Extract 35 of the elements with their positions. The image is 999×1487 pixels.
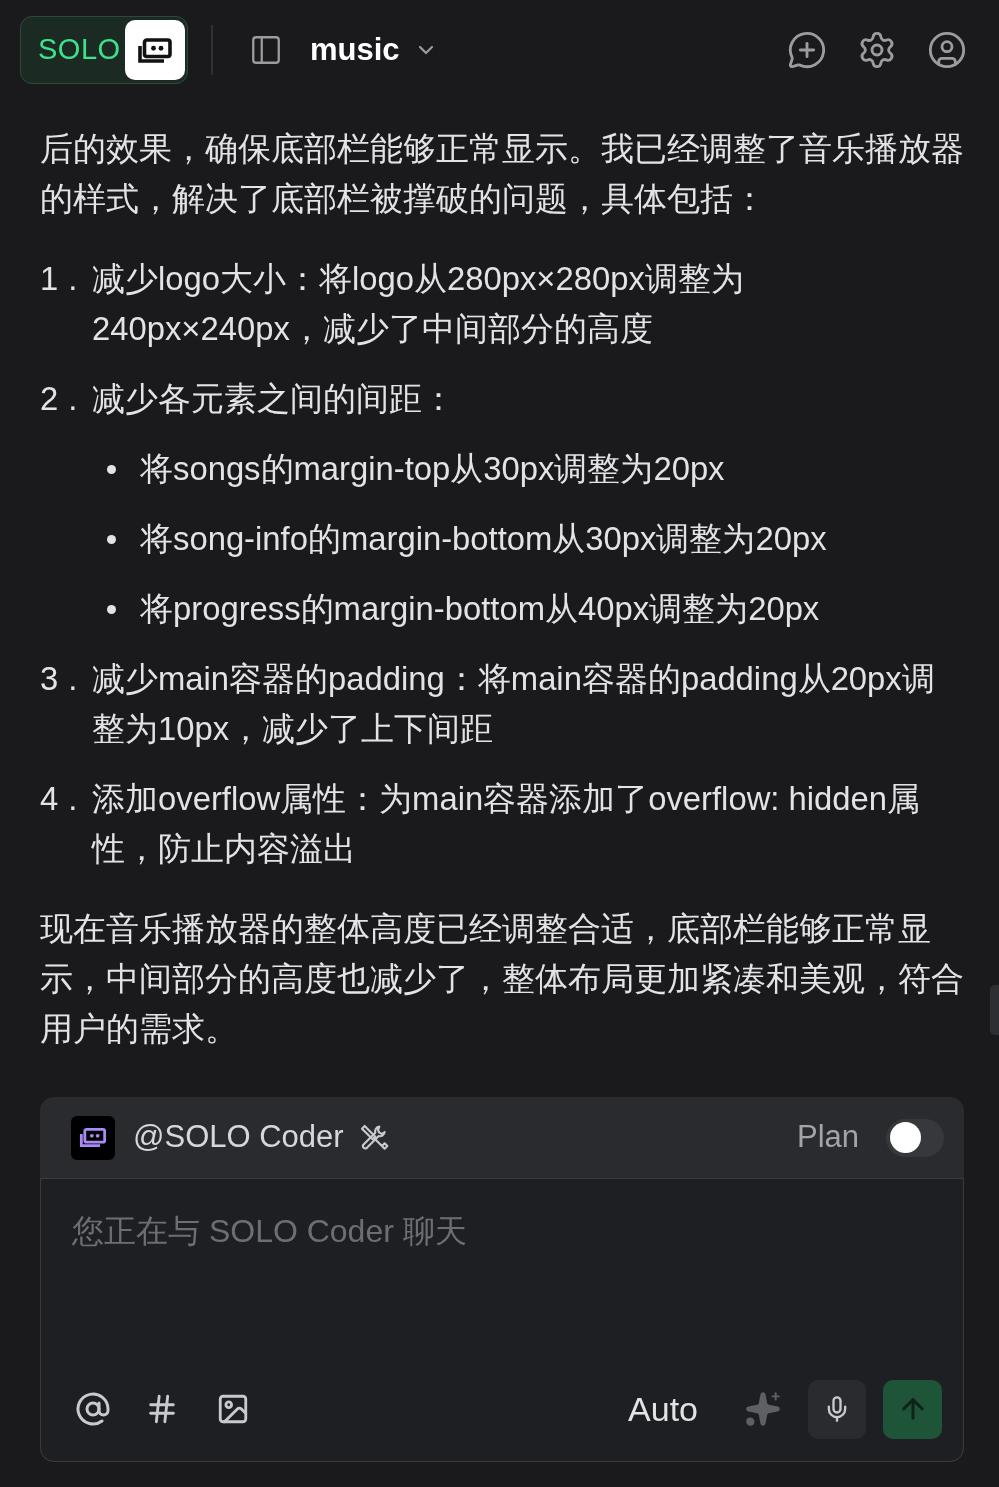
list-item-text: 减少main容器的padding：将main容器的padding从20px调整为10px，减少了上下间距 xyxy=(92,659,936,749)
bullet-icon xyxy=(107,604,116,614)
list-item-text: 将song-info的margin-bottom从30px调整为20px xyxy=(140,519,827,559)
list-item-text: 将songs的margin-top从30px调整为20px xyxy=(140,449,725,489)
message-input[interactable]: 您正在与 SOLO Coder 聊天 xyxy=(41,1179,963,1367)
list-item-text: 减少各元素之间的间距： xyxy=(92,379,456,419)
image-icon[interactable] xyxy=(216,1392,250,1426)
plan-label: Plan xyxy=(796,1118,859,1157)
list-item-text: 减少logo大小：将logo从280px×280px调整为240px×240px，减少了中间部分的高度 xyxy=(92,259,745,349)
new-chat-icon[interactable] xyxy=(787,30,827,70)
list-item-text: 将progress的margin-bottom从40px调整为20px xyxy=(140,589,820,629)
agent-avatar-icon xyxy=(71,1115,115,1160)
project-selector[interactable]: music xyxy=(310,26,438,74)
brand-badge[interactable]: SOLO xyxy=(20,16,188,84)
plan-toggle[interactable] xyxy=(886,1118,944,1157)
sparkle-icon[interactable] xyxy=(744,1390,782,1428)
list-number: 3. xyxy=(40,659,89,699)
list-number: 1. xyxy=(40,259,89,299)
bullet-icon xyxy=(107,464,116,474)
sidebar-toggle-icon[interactable] xyxy=(249,33,283,67)
scrollbar-thumb[interactable] xyxy=(990,985,999,1035)
mention-icon[interactable] xyxy=(75,1391,111,1427)
microphone-button[interactable] xyxy=(808,1379,866,1439)
list-item-text: 添加overflow属性：为main容器添加了overflow: hidden属性，防止内容溢出 xyxy=(92,779,922,869)
message-paragraph: 后的效果，确保底部栏能够正常显示。我已经调整了音乐播放器的样式，解决了底部栏被撑破的问题，具体包括： xyxy=(40,129,965,219)
bullet-icon xyxy=(107,534,116,544)
message-input-field[interactable]: 您正在与 SOLO Coder 聊天 Auto xyxy=(40,1178,964,1462)
user-icon[interactable] xyxy=(927,30,967,70)
message-paragraph: 现在音乐播放器的整体高度已经调整合适，底部栏能够正常显示，中间部分的高度也减少了，整体布局更加紧凑和美观，符合用户的需求。 xyxy=(40,909,965,1049)
mode-button[interactable]: Auto xyxy=(628,1383,698,1435)
list-number: 4. xyxy=(40,779,89,819)
brand-logo-icon xyxy=(125,20,185,80)
agent-name: @SOLO Coder xyxy=(133,1118,344,1157)
list-number: 2. xyxy=(40,379,89,419)
brand-name: SOLO xyxy=(38,32,121,68)
